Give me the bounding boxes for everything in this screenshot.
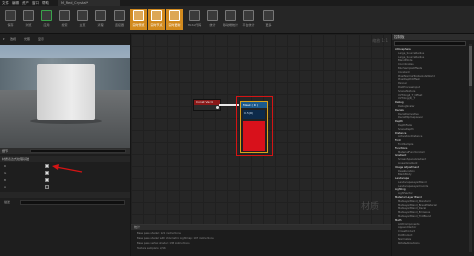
home-icon: [77, 10, 88, 21]
toolbar-search-button[interactable]: 搜索: [56, 9, 73, 30]
livepreview-icon: [133, 10, 144, 21]
toolbar-home-label: 主页: [79, 23, 86, 27]
toolbar-hlsl-button[interactable]: HLSL代码: [186, 9, 203, 30]
toolbar-home-button[interactable]: 主页: [74, 9, 91, 30]
viewport-mode-button[interactable]: 透视: [10, 36, 16, 42]
zoom-label: 缩放 1:1: [372, 38, 388, 43]
annotation-arrow: [52, 164, 83, 173]
details-search-input[interactable]: [30, 149, 126, 153]
mask-node-sub: 0.5(R): [244, 111, 254, 115]
viewport-show-button[interactable]: 显示: [38, 36, 44, 42]
toolbar-mobile-button[interactable]: 移动端统计: [222, 9, 239, 30]
toolbar-livepreview-button[interactable]: 实时预览: [130, 9, 147, 30]
channel-label: A: [4, 185, 7, 189]
material-expression-header[interactable]: [0, 192, 130, 198]
channel-a-checkbox[interactable]: [45, 185, 49, 189]
toolbar-stats-label: 统计: [209, 23, 216, 27]
toolbar-apply-button[interactable]: 应用: [38, 9, 55, 30]
toolbar-platform-label: 平台统计: [242, 23, 255, 27]
constant-node-title: Const Vec4: [194, 100, 220, 105]
search-icon: [59, 10, 70, 21]
cleanup-icon: [95, 10, 106, 21]
toolbar-liveupdate-button[interactable]: 实时更新: [166, 9, 183, 30]
graph-watermark: 材质: [360, 202, 379, 212]
stats-line: Base pass shader with Volumetric Lightma…: [137, 237, 214, 240]
channel-label: R: [4, 164, 7, 168]
channel-b-checkbox[interactable]: [45, 178, 49, 182]
browse-icon: [23, 10, 34, 21]
toolbar-hlsl-label: HLSL代码: [187, 23, 202, 27]
hlsl-icon: [189, 10, 200, 21]
desc-label: 描述: [4, 200, 11, 204]
channel-row-a: A: [0, 184, 130, 190]
viewport-toolbar: ▾ 透视 光照 显示: [0, 34, 130, 45]
palette-title: 控制板: [392, 34, 474, 40]
save-icon: [5, 10, 16, 21]
channel-g-checkbox[interactable]: [45, 171, 49, 175]
palette-search-input[interactable]: [394, 41, 466, 46]
toolbar-connectors-label: 连接器: [114, 23, 124, 27]
mask-node-preview: [243, 121, 265, 151]
mobile-icon: [225, 10, 236, 21]
toolbar: 保存 浏览 应用 搜索 主页 清理 连接器 实时预览 实时节点 实时更新 HLSL代码 统计 移动端统计…: [0, 6, 474, 34]
toolbar-mobile-label: 移动端统计: [222, 23, 238, 27]
stats-icon: [207, 10, 218, 21]
mask-node-param: 0.5(R): [243, 110, 265, 119]
scroll-thumb[interactable]: [469, 46, 472, 86]
stats-line: Base pass shader: 121 instructions: [137, 232, 181, 235]
constant-node[interactable]: Const Vec4: [193, 99, 221, 111]
palette-list: Atmosphere Large_SourceRadius Large_Source…: [394, 48, 468, 245]
livenodes-icon: [151, 10, 162, 21]
stats-line: Base pass vertex shader: 138 instruction…: [137, 242, 190, 245]
stats-panel: 统计 Base pass shader: 121 instructions Ba…: [131, 224, 391, 256]
mask-node-title: Mask ( R ): [241, 102, 267, 108]
viewport-menu-icon[interactable]: ▾: [3, 36, 5, 42]
toolbar-apply-label: 应用: [43, 23, 50, 27]
platform-icon: [243, 10, 254, 21]
apply-icon: [41, 10, 52, 21]
liveupdate-icon: [169, 10, 180, 21]
material-graph[interactable]: 缩放 1:1 Const Vec4 Mask ( R ) 0.5(R) 材质: [131, 34, 391, 224]
toolbar-liveupdate-label: 实时更新: [168, 23, 181, 27]
mask-node[interactable]: Mask ( R ) 0.5(R): [240, 101, 268, 153]
palette-scrollbar[interactable]: [469, 44, 472, 252]
viewport-lit-button[interactable]: 光照: [24, 36, 30, 42]
toolbar-connectors-button[interactable]: 连接器: [111, 9, 128, 30]
channel-label: G: [4, 171, 7, 175]
toolbar-more-label: 更多: [265, 23, 272, 27]
output-pin[interactable]: [216, 106, 219, 109]
toolbar-save-label: 保存: [7, 23, 14, 27]
toolbar-cleanup-button[interactable]: 清理: [92, 9, 109, 30]
toolbar-browse-button[interactable]: 浏览: [20, 9, 37, 30]
more-icon: [263, 10, 274, 21]
palette-item[interactable]: RotateAboutAxis: [394, 242, 468, 246]
toolbar-search-label: 搜索: [61, 23, 68, 27]
stats-line: Texture samplers: 2/16: [137, 247, 166, 250]
toolbar-livenodes-button[interactable]: 实时节点: [148, 9, 165, 30]
toolbar-livenodes-label: 实时节点: [150, 23, 163, 27]
toolbar-browse-label: 浏览: [25, 23, 32, 27]
toolbar-stats-button[interactable]: 统计: [204, 9, 221, 30]
preview-mesh: [37, 64, 95, 120]
channel-row-b: B: [0, 177, 130, 183]
toolbar-more-button[interactable]: 更多: [260, 9, 277, 30]
description-input[interactable]: [20, 199, 125, 205]
connectors-icon: [114, 10, 125, 21]
channel-r-checkbox[interactable]: [45, 164, 49, 168]
toolbar-livepreview-label: 实时预览: [132, 23, 145, 27]
toolbar-cleanup-label: 清理: [97, 23, 104, 27]
channel-label: B: [4, 178, 7, 182]
stats-title: 统计: [131, 225, 391, 230]
toolbar-platform-button[interactable]: 平台统计: [240, 9, 257, 30]
details-section-header[interactable]: 材质表达式纹理基础: [0, 156, 130, 162]
toolbar-save-button[interactable]: 保存: [2, 9, 19, 30]
